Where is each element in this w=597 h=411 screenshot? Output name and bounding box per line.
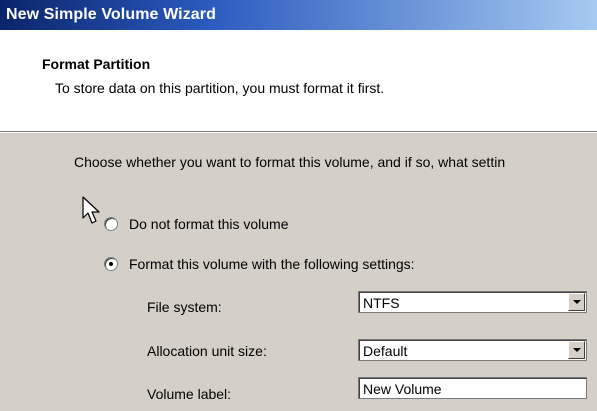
file-system-dropdown[interactable]: NTFS [358,291,587,313]
volume-label-input[interactable]: New Volume [358,377,587,399]
volume-label-value: New Volume [363,381,442,397]
mouse-pointer-icon [82,196,100,224]
chevron-down-icon[interactable] [568,341,585,359]
header-divider [0,132,597,133]
radio-button[interactable] [104,217,118,231]
allocation-unit-size-dropdown[interactable]: Default [358,339,587,361]
wizard-header: Format Partition To store data on this p… [0,30,597,132]
radio-label: Format this volume with the following se… [129,256,415,272]
radio-do-not-format[interactable]: Do not format this volume [104,216,289,232]
radio-label: Do not format this volume [129,216,289,232]
window-titlebar[interactable]: New Simple Volume Wizard [0,0,597,30]
file-system-label: File system: [147,299,222,315]
file-system-value: NTFS [363,295,400,311]
allocation-unit-size-value: Default [363,343,408,359]
page-subtitle: To store data on this partition, you mus… [55,80,385,96]
page-title: Format Partition [42,56,151,72]
radio-format-volume[interactable]: Format this volume with the following se… [104,256,415,272]
volume-label-label: Volume label: [147,386,232,402]
instruction-text: Choose whether you want to format this v… [74,154,506,170]
window-title: New Simple Volume Wizard [6,6,217,23]
radio-button[interactable] [104,257,118,271]
chevron-down-icon[interactable] [568,293,585,311]
allocation-unit-size-label: Allocation unit size: [147,343,267,359]
